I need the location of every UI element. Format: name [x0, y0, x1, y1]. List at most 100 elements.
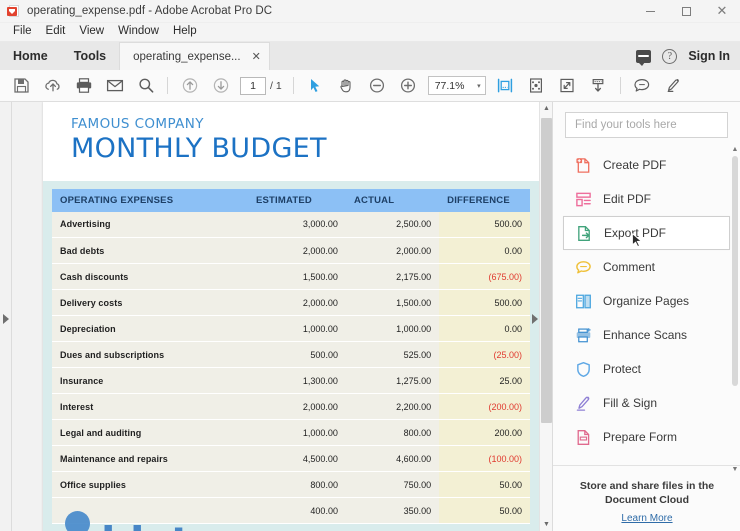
- scrollbar-thumb[interactable]: [541, 118, 552, 423]
- tool-enhance-scans[interactable]: Enhance Scans: [563, 318, 730, 352]
- tool-protect[interactable]: Protect: [563, 352, 730, 386]
- cell-actual: 1,000.00: [345, 315, 440, 343]
- fill-sign-icon: [576, 396, 590, 411]
- zoom-in-icon[interactable]: [393, 73, 424, 99]
- document-viewer[interactable]: FAMOUS COMPANY MONTHLY BUDGET OPERATING …: [12, 102, 552, 531]
- collapse-tools-icon[interactable]: [532, 314, 538, 324]
- acrobat-icon: [7, 4, 21, 18]
- tool-label: Comment: [603, 260, 656, 274]
- cell-expense-label: Legal and auditing: [52, 419, 248, 447]
- comment-icon[interactable]: [627, 73, 658, 99]
- menu-bar: File Edit View Window Help: [0, 23, 740, 42]
- tool-label: Edit PDF: [603, 192, 652, 206]
- cell-difference: (100.00): [439, 445, 530, 473]
- email-icon[interactable]: [99, 73, 130, 99]
- fit-width-icon[interactable]: [490, 73, 521, 99]
- create-pdf-icon: [576, 157, 590, 173]
- tool-fill-and-sign[interactable]: Fill & Sign: [563, 386, 730, 420]
- tools-panel-scrollbar[interactable]: ▲ ▼: [730, 144, 740, 474]
- zoom-level-select[interactable]: 77.1% ▾: [427, 76, 486, 95]
- page-thumbnails-icon[interactable]: [521, 73, 552, 99]
- budget-table-body: Advertising 3,000.00 2,500.00 500.00 Bad deb…: [52, 211, 530, 525]
- navigation-pane-rail[interactable]: [0, 102, 12, 531]
- acrobat-window: operating_expense.pdf - Adobe Acrobat Pr…: [0, 0, 740, 531]
- close-button[interactable]: ✕: [704, 0, 740, 23]
- tool-edit-pdf[interactable]: Edit PDF: [563, 182, 730, 216]
- cell-estimated: 2,000.00: [247, 393, 346, 421]
- cell-estimated: 1,500.00: [247, 263, 346, 291]
- toolbar-divider-2: [292, 77, 294, 94]
- maximize-button[interactable]: [668, 0, 704, 23]
- scroll-down-arrow-icon[interactable]: ▼: [540, 518, 552, 531]
- tab-strip-right: ? Sign In: [636, 42, 740, 70]
- cell-actual: 2,200.00: [345, 393, 440, 421]
- column-header-difference: DIFFERENCE: [439, 188, 530, 212]
- feedback-icon[interactable]: [636, 49, 652, 66]
- scroll-up-icon[interactable]: ▲: [540, 102, 552, 115]
- cell-difference: 50.00: [439, 497, 530, 525]
- tab-tools[interactable]: Tools: [60, 42, 120, 70]
- cloud-promo-title: Store and share files in the Document Clo…: [579, 480, 715, 507]
- cell-actual: 1,500.00: [345, 289, 440, 317]
- search-tools-input[interactable]: Find your tools here: [565, 112, 728, 138]
- next-page-icon[interactable]: [205, 73, 236, 99]
- table-row: Delivery costs 2,000.00 1,500.00 500.00: [52, 289, 530, 317]
- window-controls: ✕: [632, 0, 740, 23]
- cell-difference: (675.00): [439, 263, 530, 291]
- tab-home[interactable]: Home: [0, 42, 61, 70]
- sign-in-button[interactable]: Sign In: [688, 49, 730, 63]
- page-number-input[interactable]: 1: [240, 76, 266, 95]
- menu-edit[interactable]: Edit: [39, 24, 73, 40]
- cell-difference: 25.00: [439, 367, 530, 395]
- fullscreen-icon[interactable]: [552, 73, 583, 99]
- table-row: Cash discounts 1,500.00 2,175.00 (675.00): [52, 263, 530, 291]
- menu-window[interactable]: Window: [111, 24, 166, 40]
- menu-file[interactable]: File: [6, 24, 39, 40]
- previous-page-icon[interactable]: [174, 73, 205, 99]
- tool-export-pdf[interactable]: Export PDF: [563, 216, 730, 250]
- cell-actual: 525.00: [345, 341, 440, 369]
- table-row: Maintenance and repairs 4,500.00 4,600.00(…: [52, 445, 530, 473]
- help-icon[interactable]: ?: [662, 48, 678, 64]
- cell-actual: 750.00: [345, 471, 440, 499]
- tab-document[interactable]: operating_expense... ✕: [119, 42, 270, 70]
- tool-organize-pages[interactable]: Organize Pages: [563, 284, 730, 318]
- menu-help[interactable]: Help: [166, 24, 204, 40]
- menu-view[interactable]: View: [72, 24, 111, 40]
- document-scrollbar[interactable]: ▲ ▼: [539, 102, 552, 531]
- tools-scrollbar-thumb[interactable]: [732, 156, 738, 386]
- minimize-button[interactable]: [632, 0, 668, 23]
- cell-actual: 2,000.00: [345, 237, 440, 265]
- tool-label: Protect: [603, 362, 642, 376]
- cell-expense-label: Office supplies: [52, 471, 248, 499]
- edit-pdf-icon: [576, 192, 591, 206]
- cell-difference: 200.00: [439, 419, 530, 447]
- enhance-scans-icon: [576, 327, 591, 342]
- tool-prepare-form[interactable]: Prepare Form: [563, 420, 730, 454]
- budget-table: OPERATING EXPENSES ESTIMATED ACTUAL DIFF…: [52, 188, 530, 525]
- print-icon[interactable]: [68, 73, 99, 99]
- cell-actual: 2,500.00: [345, 211, 440, 239]
- hand-tool-icon[interactable]: [331, 73, 362, 99]
- learn-more-link[interactable]: Learn More: [621, 513, 672, 524]
- tool-comment[interactable]: Comment: [563, 250, 730, 284]
- cell-expense-label: [52, 497, 248, 525]
- cell-estimated: 1,300.00: [247, 367, 346, 395]
- search-icon[interactable]: [130, 73, 161, 99]
- highlight-icon[interactable]: [658, 73, 689, 99]
- zoom-out-icon[interactable]: [362, 73, 393, 99]
- cloud-upload-icon[interactable]: [37, 73, 68, 99]
- expand-navigation-icon[interactable]: [3, 314, 9, 324]
- tool-label: Prepare Form: [603, 430, 678, 444]
- tools-scroll-up-icon[interactable]: ▲: [730, 144, 740, 154]
- save-icon[interactable]: [6, 73, 37, 99]
- column-header-expenses: OPERATING EXPENSES: [52, 188, 248, 212]
- select-tool-icon[interactable]: [300, 73, 331, 99]
- window-title: operating_expense.pdf - Adobe Acrobat Pr…: [27, 5, 273, 17]
- cell-estimated: 1,000.00: [247, 419, 346, 447]
- cell-expense-label: Cash discounts: [52, 263, 248, 291]
- cell-difference: 0.00: [439, 237, 530, 265]
- scroll-down-icon[interactable]: [583, 73, 614, 99]
- close-icon[interactable]: ✕: [249, 50, 264, 63]
- tool-create-pdf[interactable]: Create PDF: [563, 148, 730, 182]
